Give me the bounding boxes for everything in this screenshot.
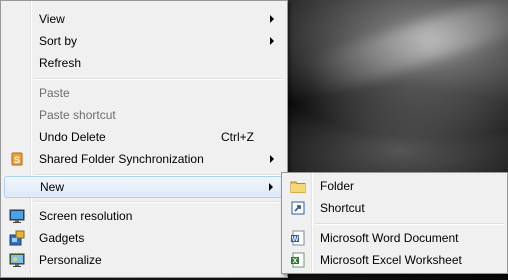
menu-item-label: Personalize [39, 253, 102, 267]
svg-text:W: W [292, 236, 299, 243]
menu-item-gadgets[interactable]: Gadgets [4, 227, 284, 249]
submenu-item-word-document[interactable]: W Microsoft Word Document [285, 227, 504, 249]
personalize-icon [9, 253, 25, 267]
submenu-arrow-icon [270, 155, 274, 163]
word-document-icon: W [291, 230, 305, 246]
new-submenu: Folder Shortcut W Microsoft Word Documen… [281, 172, 508, 274]
wallpaper-light-streak [300, 0, 508, 100]
menu-item-sort-by[interactable]: Sort by [4, 30, 284, 52]
submenu-arrow-icon [270, 15, 274, 23]
menu-item-label: Undo Delete [39, 130, 106, 144]
submenu-item-excel-worksheet[interactable]: X Microsoft Excel Worksheet [285, 249, 504, 271]
folder-icon [290, 181, 306, 193]
menu-item-paste[interactable]: Paste [4, 82, 284, 104]
menu-item-undo-delete[interactable]: Undo Delete Ctrl+Z [4, 126, 284, 148]
submenu-arrow-icon [269, 183, 273, 191]
menu-separator [34, 201, 284, 203]
menu-item-label: Shortcut [320, 201, 365, 215]
menu-item-shared-folder-sync[interactable]: S Shared Folder Synchronization [4, 148, 284, 170]
desktop-context-menu: View Sort by Refresh Paste Paste shortcu… [0, 0, 288, 278]
menu-item-label: Paste [39, 86, 70, 100]
monitor-icon [9, 209, 25, 223]
menu-item-label: Microsoft Excel Worksheet [320, 253, 462, 267]
menu-item-personalize[interactable]: Personalize [4, 249, 284, 271]
submenu-arrow-icon [270, 37, 274, 45]
menu-item-view[interactable]: View [4, 8, 284, 30]
svg-text:S: S [14, 155, 20, 165]
menu-item-label: Microsoft Word Document [320, 231, 459, 245]
menu-item-label: Sort by [39, 34, 78, 48]
menu-item-label: Gadgets [39, 231, 85, 245]
shortcut-key-label: Ctrl+Z [221, 130, 254, 144]
svg-text:X: X [293, 258, 298, 265]
menu-item-label: Screen resolution [39, 209, 133, 223]
menu-item-label: View [39, 12, 65, 26]
menu-item-label: Paste shortcut [39, 108, 116, 122]
menu-item-screen-resolution[interactable]: Screen resolution [4, 205, 284, 227]
menu-item-label: Shared Folder Synchronization [39, 152, 204, 166]
menu-item-label: Folder [320, 179, 355, 193]
menu-item-refresh[interactable]: Refresh [4, 52, 284, 74]
gadgets-icon [9, 230, 25, 246]
sync-icon: S [11, 152, 23, 166]
menu-item-new[interactable]: New [4, 176, 284, 198]
menu-item-label: Refresh [39, 56, 82, 70]
menu-separator [315, 223, 504, 225]
menu-item-paste-shortcut[interactable]: Paste shortcut [4, 104, 284, 126]
excel-worksheet-icon: X [291, 252, 305, 268]
shortcut-icon [291, 201, 305, 215]
submenu-item-folder[interactable]: Folder [285, 175, 504, 197]
menu-item-label: New [40, 180, 65, 194]
menu-separator [34, 78, 284, 80]
submenu-item-shortcut[interactable]: Shortcut [285, 197, 504, 219]
